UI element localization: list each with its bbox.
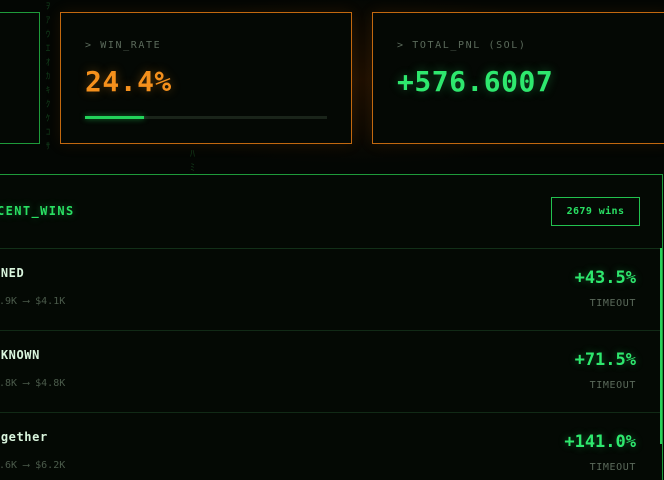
recent-wins-panel: CENT_WINS 2679 wins INED 2.9K ⟶ $4.1K +4… [0, 174, 663, 480]
stat-card-partial [0, 12, 40, 144]
gain-percent: +141.0% [564, 432, 636, 452]
exit-status: TIMEOUT [589, 298, 636, 309]
token-name: INED [0, 266, 25, 280]
matrix-rain-decoration-2: ﾊﾐ [190, 149, 195, 174]
matrix-rain-decoration: ｦ ｱ ｳ ｴ ｵ ｶ ｷ ｸ ｹ ｺ ｻ [45, 2, 51, 152]
exit-status: TIMEOUT [589, 380, 636, 391]
win-rate-progress-fill [85, 116, 145, 119]
market-cap-range: 2.8K ⟶ $4.8K [0, 378, 66, 389]
win-rate-value: 24.4% [85, 65, 172, 98]
win-row[interactable]: NKNOWN 2.8K ⟶ $4.8K +71.5% TIMEOUT [0, 330, 660, 413]
total-pnl-value: +576.6007 [397, 65, 554, 98]
gain-percent: +43.5% [574, 268, 636, 288]
recent-wins-title: CENT_WINS [0, 204, 75, 218]
win-row[interactable]: INED 2.9K ⟶ $4.1K +43.5% TIMEOUT [0, 248, 660, 331]
token-name: NKNOWN [0, 348, 40, 362]
dashboard: ｦ ｱ ｳ ｴ ｵ ｶ ｷ ｸ ｹ ｺ ｻ ﾊﾐ > WIN_RATE 24.4… [0, 0, 664, 480]
win-rate-card: > WIN_RATE 24.4% [60, 12, 352, 144]
total-pnl-label: > TOTAL_PNL (SOL) [397, 40, 527, 51]
token-name: ogether [0, 430, 48, 444]
exit-status: TIMEOUT [589, 462, 636, 473]
win-rate-progress-bar [85, 116, 327, 119]
market-cap-range: 2.6K ⟶ $6.2K [0, 460, 66, 471]
market-cap-range: 2.9K ⟶ $4.1K [0, 296, 66, 307]
win-rate-label: > WIN_RATE [85, 40, 162, 51]
wins-count-badge: 2679 wins [551, 197, 640, 226]
recent-wins-scrollbar[interactable] [660, 248, 662, 444]
gain-percent: +71.5% [574, 350, 636, 370]
recent-wins-header: CENT_WINS 2679 wins [0, 175, 662, 249]
win-row[interactable]: ogether 2.6K ⟶ $6.2K +141.0% TIMEOUT [0, 412, 660, 480]
total-pnl-card: > TOTAL_PNL (SOL) +576.6007 [372, 12, 664, 144]
